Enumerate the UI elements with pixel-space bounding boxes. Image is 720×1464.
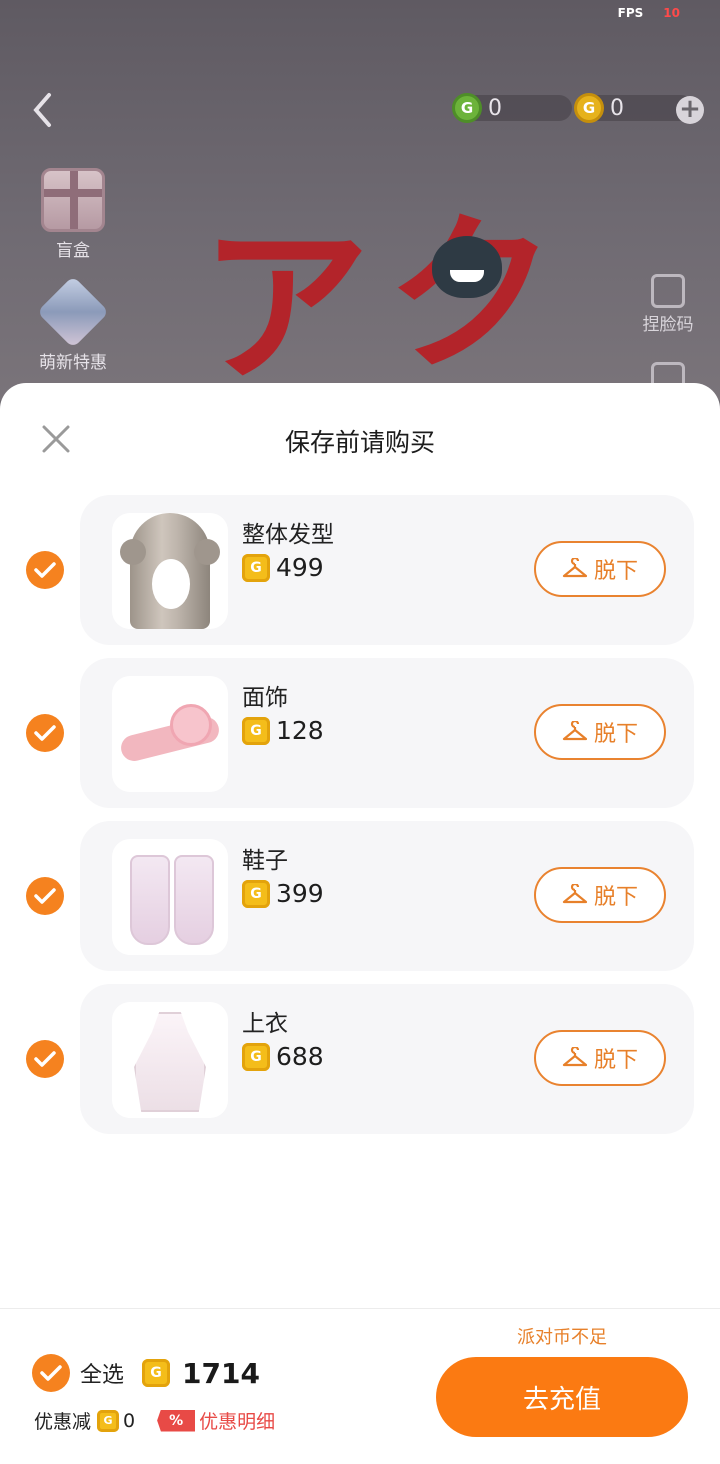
item-row-shoes: 鞋子 G 399 脱下 [0,821,720,971]
select-all-checkbox[interactable] [32,1354,70,1392]
item-price: G 688 [242,1042,324,1071]
item-card: 上衣 G 688 脱下 [80,984,694,1134]
back-button[interactable] [24,90,60,130]
gold-coin-icon: G [242,1042,270,1071]
purchase-sheet: 保存前请购买 整体发型 G 499 脱下 面饰 G 128 脱下 鞋子 G 39… [0,383,720,1464]
sheet-title: 保存前请购买 [284,428,435,457]
gold-coin-icon: G [242,716,270,745]
add-currency-button[interactable]: + [676,96,704,124]
discount-detail-link[interactable]: % 优惠明细 [157,1407,275,1434]
side-item-newbie-offer[interactable]: 萌新特惠 [30,275,116,373]
item-row-hairstyle: 整体发型 G 499 脱下 [0,495,720,645]
promo-icon [36,275,110,349]
item-card: 整体发型 G 499 脱下 [80,495,694,645]
item-thumbnail [112,513,228,629]
item-row-face-accessory: 面饰 G 128 脱下 [0,658,720,808]
gold-coin-icon: G [242,879,270,908]
item-name: 面饰 [242,685,288,711]
edit-icon [651,274,685,308]
checkmark-icon [34,1051,56,1067]
gold-coin-icon: G [97,1409,120,1432]
hanger-icon [562,884,588,904]
recharge-button[interactable]: 去充值 [436,1357,688,1437]
item-thumbnail [112,1002,228,1118]
item-checkbox[interactable] [26,877,64,915]
item-thumbnail [112,839,228,955]
gold-coin-balance: G 0 [574,92,694,124]
side-item-blind-box[interactable]: 盲盒 [30,168,116,261]
chevron-left-icon [33,93,51,127]
gold-coin-icon: G [242,553,270,582]
gold-coin-icon: G [142,1359,171,1387]
shark-hat-decoration [432,236,502,298]
percent-tag-icon: % [157,1409,196,1432]
take-off-button[interactable]: 脱下 [534,867,666,923]
fps-counter: FPS 10 [617,6,680,20]
checkmark-icon [34,562,56,578]
item-name: 鞋子 [242,848,288,874]
green-coin-icon: G [452,93,482,123]
take-off-button[interactable]: 脱下 [534,704,666,760]
item-checkbox[interactable] [26,1040,64,1078]
item-name: 上衣 [242,1011,288,1037]
checkout-footer: 全选 G 1714 优惠减 G 0 % 优惠明细 派对币不足 去充值 [0,1308,720,1464]
item-checkbox[interactable] [26,714,64,752]
gift-box-icon [41,168,105,232]
item-card: 鞋子 G 399 脱下 [80,821,694,971]
face-code-button[interactable]: 捏脸码 [638,274,698,335]
checkmark-icon [40,1365,62,1381]
game-scene-background: FPS10 G 0 G 0 + 盲盒 萌新特惠 捏脸码 ア ク [0,0,720,400]
hanger-icon [562,1047,588,1067]
item-checkbox[interactable] [26,551,64,589]
checkmark-icon [34,888,56,904]
item-price: G 399 [242,879,324,908]
item-name: 整体发型 [242,522,334,548]
item-card: 面饰 G 128 脱下 [80,658,694,808]
item-row-top: 上衣 G 688 脱下 [0,984,720,1134]
green-coin-balance: G 0 [452,92,572,124]
total-price: 1714 [182,1356,260,1390]
insufficient-balance-text: 派对币不足 [517,1327,607,1348]
select-all[interactable]: 全选 G 1714 [32,1354,260,1392]
take-off-button[interactable]: 脱下 [534,541,666,597]
checkmark-icon [34,725,56,741]
discount-row: 优惠减 G 0 % 优惠明细 [34,1407,275,1434]
gold-coin-icon: G [574,93,604,123]
brush-art-left: ア [200,207,371,400]
item-thumbnail [112,676,228,792]
hanger-icon [562,721,588,741]
item-price: G 499 [242,553,324,582]
item-price: G 128 [242,716,324,745]
take-off-button[interactable]: 脱下 [534,1030,666,1086]
hanger-icon [562,558,588,578]
